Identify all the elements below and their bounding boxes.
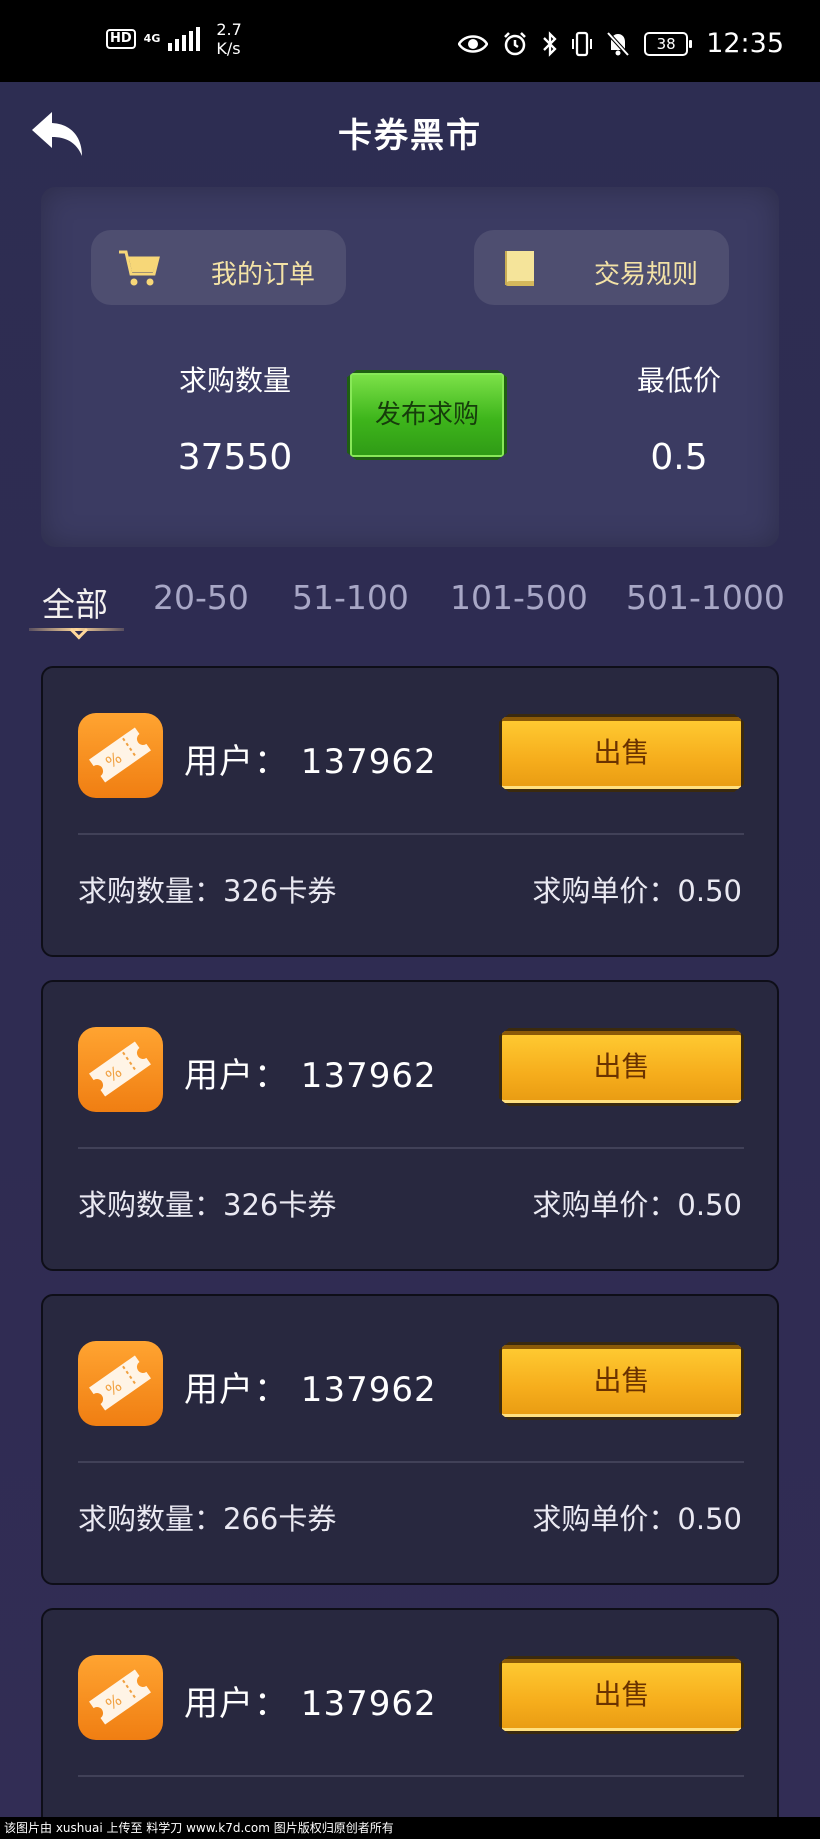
publish-request-button[interactable]: 发布求购 bbox=[347, 370, 507, 460]
card-divider bbox=[78, 1461, 744, 1463]
filter-tabs: 全部 20-50 51-100 101-500 501-1000 bbox=[0, 572, 820, 642]
card-divider bbox=[78, 1147, 744, 1149]
user-id: 用户： 137962 bbox=[184, 1056, 437, 1096]
listing-card: % 用户： 137962 出售 求购数量：326卡券 求购单价：0.50 bbox=[41, 980, 779, 1271]
request-unit-price: 求购单价：0.50 bbox=[532, 874, 742, 908]
tab-20-50[interactable]: 20-50 bbox=[153, 578, 249, 617]
tab-501-1000[interactable]: 501-1000 bbox=[626, 578, 785, 617]
sell-button[interactable]: 出售 bbox=[499, 1028, 744, 1106]
request-unit-price: 求购单价：0.50 bbox=[532, 1502, 742, 1536]
tab-all[interactable]: 全部 bbox=[42, 578, 108, 626]
request-quantity: 求购数量：326卡券 bbox=[78, 1188, 337, 1222]
speed-value: 2.7 bbox=[216, 20, 242, 39]
user-id: 用户： 137962 bbox=[184, 1370, 437, 1410]
speed-unit: K/s bbox=[216, 39, 241, 58]
alarm-icon bbox=[504, 31, 527, 55]
user-id: 用户： 137962 bbox=[184, 742, 437, 782]
status-bar-left: HD 4G 2.7 K/s bbox=[106, 20, 242, 58]
my-orders-button[interactable]: 我的订单 bbox=[91, 230, 346, 305]
battery-icon: 38 bbox=[644, 31, 693, 56]
coupon-icon: % bbox=[78, 1341, 163, 1426]
listing-card: % 用户： 137962 出售 bbox=[41, 1608, 779, 1839]
watermark-bar: 该图片由 xushuai 上传至 料学刀 www.k7d.com 图片版权归原创… bbox=[0, 1817, 820, 1839]
card-divider bbox=[78, 1775, 744, 1777]
demand-quantity-label: 求购数量 bbox=[178, 364, 291, 397]
demand-quantity-value: 37550 bbox=[177, 437, 293, 478]
trade-rules-button[interactable]: 交易规则 bbox=[474, 230, 729, 305]
min-price-value: 0.5 bbox=[650, 437, 708, 478]
sell-button[interactable]: 出售 bbox=[499, 1656, 744, 1734]
status-bar-right: 38 12:35 bbox=[458, 28, 784, 59]
request-quantity: 求购数量：326卡券 bbox=[78, 874, 337, 908]
min-price-label: 最低价 bbox=[636, 364, 721, 397]
tab-101-500[interactable]: 101-500 bbox=[450, 578, 588, 617]
clock: 12:35 bbox=[706, 28, 784, 59]
network-speed: 2.7 K/s bbox=[216, 20, 241, 58]
bluetooth-icon bbox=[543, 30, 557, 57]
page-title: 卡券黑市 bbox=[338, 116, 482, 156]
vibrate-icon bbox=[572, 31, 593, 56]
sell-button[interactable]: 出售 bbox=[499, 1342, 744, 1420]
user-id: 用户： 137962 bbox=[184, 1684, 437, 1724]
tab-51-100[interactable]: 51-100 bbox=[292, 578, 409, 617]
active-tab-indicator bbox=[29, 628, 124, 631]
signal-icon bbox=[168, 27, 201, 51]
network-type: 4G bbox=[143, 32, 161, 45]
coupon-icon: % bbox=[78, 1027, 163, 1112]
my-orders-label: 我的订单 bbox=[211, 260, 316, 290]
listing-card: % 用户： 137962 出售 求购数量：326卡券 求购单价：0.50 bbox=[41, 666, 779, 957]
card-divider bbox=[78, 833, 744, 835]
demand-quantity-stat: 求购数量 37550 bbox=[125, 359, 345, 478]
request-quantity: 求购数量：266卡券 bbox=[78, 1502, 337, 1536]
status-bar: HD 4G 2.7 K/s 38 12:35 bbox=[0, 0, 820, 82]
listing-card: % 用户： 137962 出售 求购数量：266卡券 求购单价：0.50 bbox=[41, 1294, 779, 1585]
sell-button[interactable]: 出售 bbox=[499, 714, 744, 792]
min-price-stat: 最低价 0.5 bbox=[569, 359, 789, 478]
request-unit-price: 求购单价：0.50 bbox=[532, 1188, 742, 1222]
coupon-icon: % bbox=[78, 713, 163, 798]
mute-bell-icon bbox=[606, 31, 630, 56]
summary-panel: 我的订单 交易规则 求购数量 37550 发布求购 最低价 0.5 bbox=[41, 187, 779, 547]
hd-icon: HD bbox=[106, 29, 136, 49]
book-icon bbox=[505, 251, 534, 286]
trade-rules-label: 交易规则 bbox=[594, 260, 699, 290]
coupon-icon: % bbox=[78, 1655, 163, 1740]
eye-icon bbox=[458, 34, 489, 53]
shopping-cart-icon bbox=[119, 250, 160, 286]
